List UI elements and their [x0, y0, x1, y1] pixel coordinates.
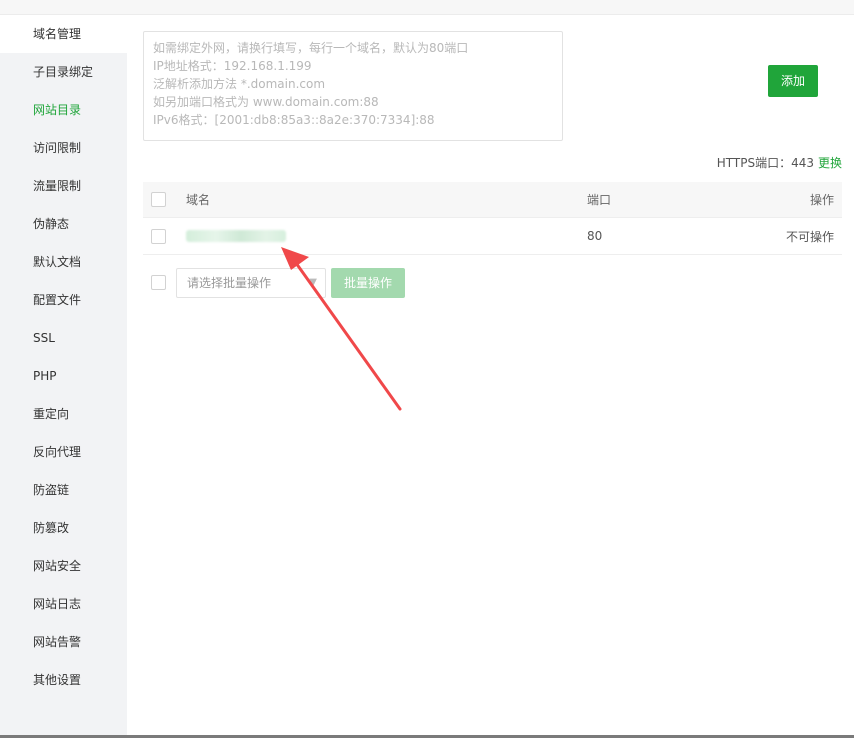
redacted-domain: [186, 230, 286, 242]
https-port-info: HTTPS端口：443 更换: [717, 154, 842, 171]
sidebar-item-config-file[interactable]: 配置文件: [0, 281, 127, 319]
sidebar-item-ssl[interactable]: SSL: [0, 319, 127, 357]
row-checkbox-cell: [151, 218, 166, 254]
placeholder-line: 泛解析添加方法 *.domain.com: [153, 77, 326, 91]
table-row: 80 不可操作: [143, 218, 842, 255]
sidebar-item-traffic-limit[interactable]: 流量限制: [0, 167, 127, 205]
placeholder-line: IP地址格式：192.168.1.199: [153, 59, 312, 73]
sidebar-item-hotlink-protection[interactable]: 防盗链: [0, 471, 127, 509]
header-checkbox-cell: [151, 182, 166, 217]
sidebar-item-site-logs[interactable]: 网站日志: [0, 585, 127, 623]
sidebar-item-site-directory[interactable]: 网站目录: [0, 91, 127, 129]
main-panel: 如需绑定外网，请换行填写，每行一个域名，默认为80端口 IP地址格式：192.1…: [127, 15, 854, 738]
sidebar: 域名管理 子目录绑定 网站目录 访问限制 流量限制 伪静态 默认文档 配置文件 …: [0, 15, 127, 738]
chevron-down-icon: ▼: [309, 277, 317, 288]
sidebar-item-reverse-proxy[interactable]: 反向代理: [0, 433, 127, 471]
sidebar-item-site-alerts[interactable]: 网站告警: [0, 623, 127, 661]
row-port: 80: [587, 229, 603, 243]
https-port-label: HTTPS端口：443: [716, 156, 814, 170]
sidebar-item-site-security[interactable]: 网站安全: [0, 547, 127, 585]
row-action: 不可操作: [785, 229, 834, 244]
top-bar: [0, 0, 854, 15]
batch-operations: 请选择批量操作 ▼ 批量操作: [143, 268, 543, 298]
sidebar-item-tamper-protection[interactable]: 防篡改: [0, 509, 127, 547]
sidebar-item-domain-management[interactable]: 域名管理: [0, 15, 127, 53]
placeholder-line: 如需绑定外网，请换行填写，每行一个域名，默认为80端口: [153, 41, 469, 55]
sidebar-item-redirect[interactable]: 重定向: [0, 395, 127, 433]
sidebar-item-access-restriction[interactable]: 访问限制: [0, 129, 127, 167]
domain-table: 域名 端口 操作 80 不可操作: [143, 182, 842, 255]
batch-operation-select[interactable]: 请选择批量操作 ▼: [176, 268, 326, 298]
sidebar-item-default-document[interactable]: 默认文档: [0, 243, 127, 281]
header-port: 端口: [587, 193, 612, 207]
batch-operation-button[interactable]: 批量操作: [331, 268, 405, 298]
batch-checkbox[interactable]: [151, 275, 166, 290]
header-action: 操作: [809, 193, 834, 207]
row-checkbox[interactable]: [151, 228, 166, 244]
domain-textarea[interactable]: 如需绑定外网，请换行填写，每行一个域名，默认为80端口 IP地址格式：192.1…: [143, 31, 563, 141]
header-domain: 域名: [186, 193, 211, 207]
sidebar-item-rewrite[interactable]: 伪静态: [0, 205, 127, 243]
add-button[interactable]: 添加: [768, 65, 818, 97]
placeholder-line: IPv6格式：[2001:db8:85a3::8a2e:370:7334]:88: [153, 113, 435, 127]
select-all-checkbox[interactable]: [151, 192, 166, 207]
table-header: 域名 端口 操作: [143, 182, 842, 218]
sidebar-item-other-settings[interactable]: 其他设置: [0, 661, 127, 699]
sidebar-item-subdirectory-binding[interactable]: 子目录绑定: [0, 53, 127, 91]
sidebar-item-php[interactable]: PHP: [0, 357, 127, 395]
change-port-link[interactable]: 更换: [818, 156, 842, 170]
row-domain-cell[interactable]: [186, 218, 286, 254]
placeholder-line: 如另加端口格式为 www.domain.com:88: [153, 95, 379, 109]
batch-select-placeholder: 请选择批量操作: [187, 276, 272, 290]
